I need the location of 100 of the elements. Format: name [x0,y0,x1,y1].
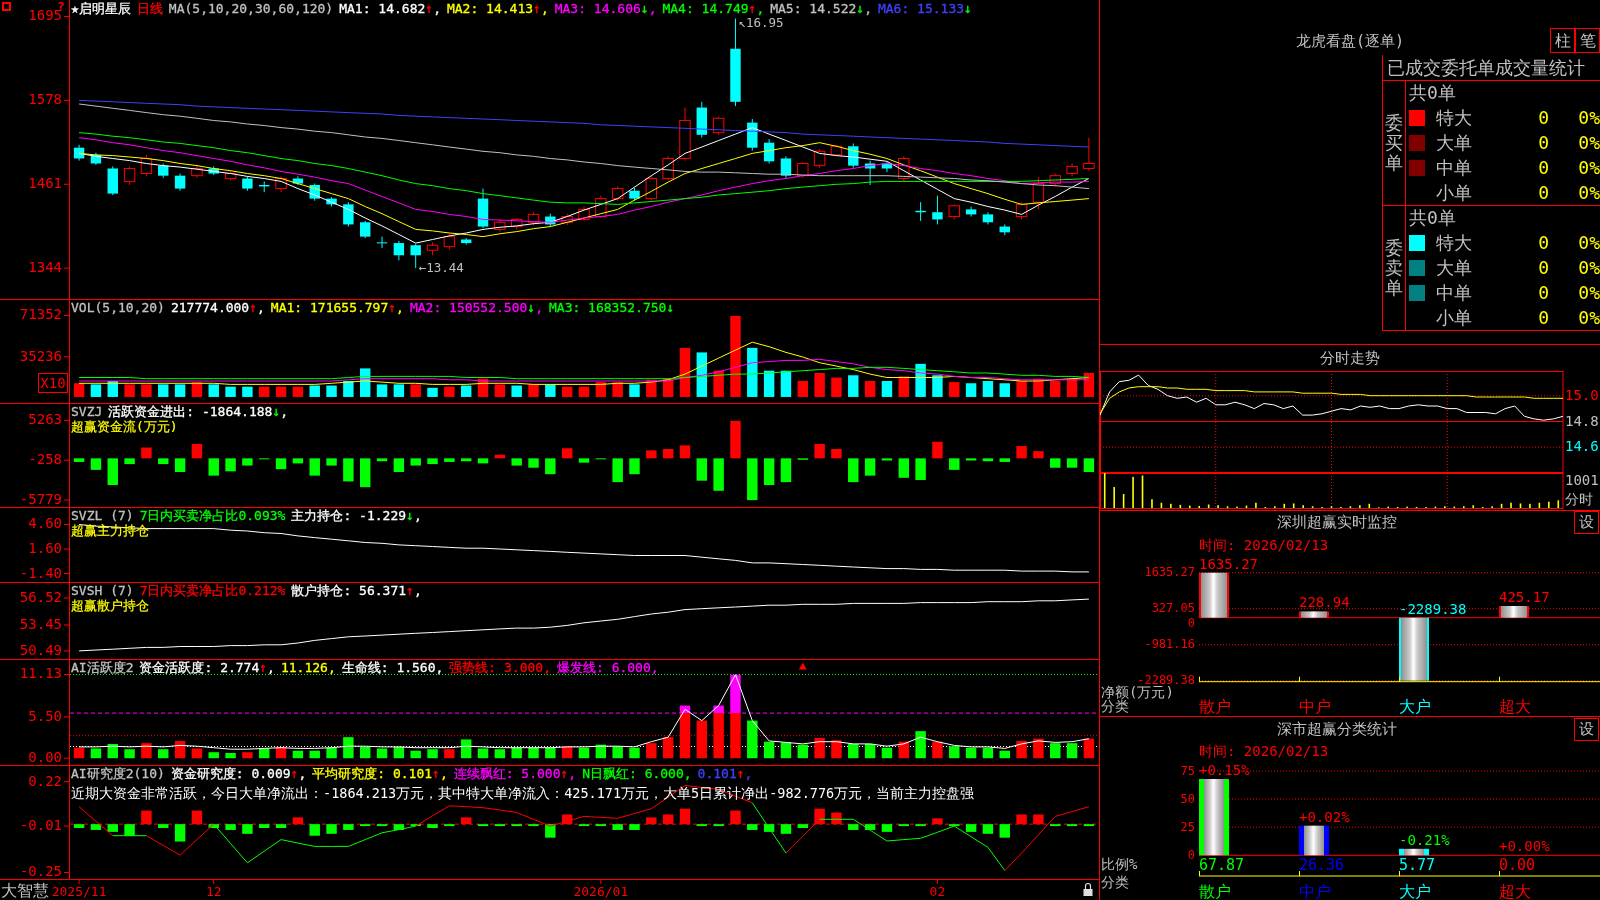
activity-bar [1050,743,1061,759]
candlestick [242,175,253,192]
volume-bar [1083,373,1095,397]
volume-bar [73,383,85,397]
order-percent: 0% [1578,182,1600,203]
volume-bar [292,386,304,397]
candlestick [645,175,658,202]
volume-bar [191,382,203,397]
research-bar [393,824,405,830]
y-axis-label: -0.01 [19,817,62,834]
research-bar [864,824,876,830]
activity-bar [242,752,253,759]
candlestick [797,161,809,179]
fund-flow-bar [174,458,186,473]
candlestick [629,187,640,202]
y-axis-label: 53.45 [19,616,62,632]
research-bar [427,824,438,828]
activity-bar [376,748,388,759]
fund-flow-bar [124,458,135,465]
candlestick [158,163,169,179]
total-count: 共0单 [1409,207,1456,228]
candlestick [527,211,540,226]
order-count: 0 [1538,307,1549,328]
activity-bar [696,720,708,759]
research-bar [696,824,708,827]
indicator-legend: VOL(5,10,20) [71,300,165,315]
activity-bar [915,731,926,759]
volume-bar [629,384,640,397]
table-title: 已成交委托单成交量统计 [1387,57,1585,78]
research-bar [999,824,1010,838]
view-toggle-button[interactable]: 笔 [1575,28,1600,53]
candlestick [999,223,1010,236]
candlestick [662,155,674,182]
volume-bar [1122,494,1125,508]
activity-bar [460,739,472,759]
settings-button[interactable]: 设 [1574,717,1599,741]
activity-bar [444,749,455,759]
fund-flow-bar [292,458,304,464]
fund-flow-bar [696,458,708,481]
view-toggle-button[interactable]: 柱 [1550,28,1575,53]
square-icon [2,2,11,11]
fund-flow-bar [225,458,236,472]
lock-icon[interactable] [1083,882,1093,896]
y-axis-label: 56.52 [19,589,62,605]
candlestick [545,213,556,228]
order-count: 0 [1538,282,1549,303]
y-axis-label: 50 [1180,791,1195,806]
indicator-legend: 7日内买卖净占比0.093% [139,508,286,523]
net-amount-bar [1399,617,1429,681]
volume-bar [90,384,102,397]
y-axis-label: 5.50 [28,707,62,724]
y-axis-label: 1578 [28,91,62,108]
y-axis-label: -1.40 [19,564,62,581]
fund-flow-bar [662,448,674,459]
research-bar [982,824,994,834]
fund-flow-bar [1016,446,1027,459]
fund-flow-bar [848,458,859,483]
candlestick [747,118,758,152]
indicator-legend: 日线 [136,1,163,16]
volume-bar [1472,505,1475,508]
candlestick [292,175,304,186]
settings-button[interactable]: 设 [1574,511,1599,534]
candlestick [948,203,960,220]
candlestick [611,185,624,202]
y-axis-label: 11.13 [19,665,62,682]
volume-bar [1519,503,1522,508]
activity-bar [982,747,994,759]
research-bar [360,824,371,827]
volume-bar [511,385,522,397]
y-axis-label: 4.60 [28,515,62,532]
candlestick [848,142,859,169]
axis-title: 分时 [1565,491,1593,507]
research-bar [259,824,270,828]
research-bar [275,824,287,828]
volume-bar [259,386,270,397]
research-bar [73,824,85,828]
activity-bar [494,749,506,759]
date-label: 12 [205,883,222,899]
volume-bar [1016,380,1027,397]
research-bar [662,814,674,825]
candlestick [460,237,472,245]
activity-bar [898,741,909,759]
indicator-legend: N日飘红: 6.000, [582,766,692,781]
research-bar [460,817,472,825]
fund-flow-bar [141,447,152,459]
volume-bar [444,386,455,397]
volume-bar [646,379,657,397]
fund-flow-bar [646,450,657,459]
fund-flow-bar [309,458,320,476]
volume-bar [982,380,994,397]
volume-bar [309,385,320,397]
activity-bar [999,750,1010,759]
candlestick [1066,163,1078,177]
candlestick [73,144,85,162]
activity-bar [90,748,102,759]
research-bar [477,824,489,827]
chart-annotation: ←13.44 [418,259,464,275]
y-axis-label: -981.16 [1144,637,1195,652]
order-size-label: 小单 [1436,305,1472,330]
y-axis-label: 0 [1187,847,1195,862]
